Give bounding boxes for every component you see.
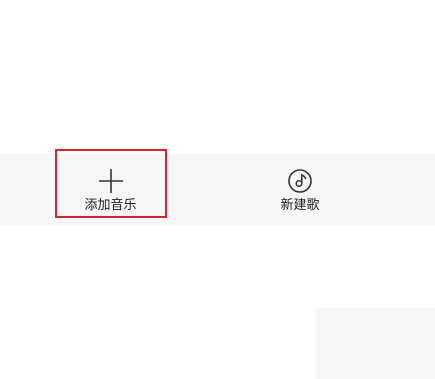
- new-playlist-label: 新建歌: [280, 198, 320, 213]
- highlight-box: [55, 149, 167, 218]
- new-playlist-button[interactable]: 新建歌: [270, 154, 330, 225]
- cropped-region: [316, 308, 435, 379]
- content-area: [0, 0, 435, 154]
- music-disc-icon: [288, 169, 312, 193]
